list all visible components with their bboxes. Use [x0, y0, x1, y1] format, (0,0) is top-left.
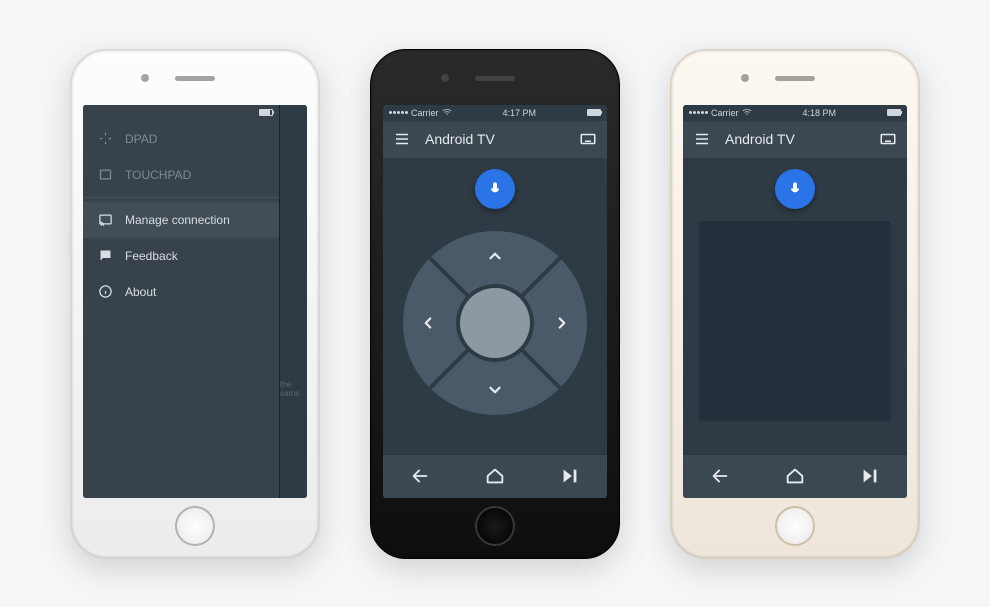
- menu-icon: [693, 130, 711, 148]
- mic-icon: [487, 181, 503, 197]
- phone-mockup-drawer: the same DPAD TOUCHPAD: [70, 49, 320, 559]
- chevron-down-icon: [486, 381, 504, 399]
- drawer-item-manage-connection[interactable]: Manage connection: [83, 202, 279, 238]
- carrier-label: Carrier: [411, 108, 439, 118]
- status-bar-left: Carrier: [689, 108, 752, 118]
- app-screen-touchpad: Carrier 4:18 PM Android TV: [683, 105, 907, 498]
- chevron-right-icon: [553, 314, 571, 332]
- wifi-icon: [442, 108, 452, 118]
- keyboard-icon: [879, 130, 897, 148]
- play-pause-icon: [859, 465, 881, 487]
- drawer-item-touchpad[interactable]: TOUCHPAD: [83, 157, 279, 193]
- underlying-screen-peek: the same: [279, 105, 307, 498]
- info-icon: [97, 284, 113, 300]
- back-button[interactable]: [700, 456, 740, 496]
- drawer-item-label: TOUCHPAD: [125, 168, 191, 182]
- phone-speaker: [175, 76, 215, 81]
- drawer-separator: [83, 197, 279, 198]
- dpad-select-button[interactable]: [460, 288, 530, 358]
- touchpad-icon: [97, 167, 113, 183]
- drawer-item-label: Manage connection: [125, 213, 230, 227]
- drawer-item-feedback[interactable]: Feedback: [83, 238, 279, 274]
- phone-home-button: [175, 506, 215, 546]
- mic-icon: [787, 181, 803, 197]
- signal-icon: [389, 111, 408, 114]
- phone-home-button: [475, 506, 515, 546]
- app-title: Android TV: [725, 131, 865, 147]
- back-icon: [409, 465, 431, 487]
- app-title: Android TV: [425, 131, 565, 147]
- phone-mockup-dpad: Carrier 4:17 PM Android TV: [370, 49, 620, 559]
- chevron-left-icon: [419, 314, 437, 332]
- home-icon: [784, 465, 806, 487]
- phone-mockup-touchpad: Carrier 4:18 PM Android TV: [670, 49, 920, 559]
- status-bar: [83, 105, 279, 121]
- phone-camera: [741, 74, 749, 82]
- cast-icon: [97, 212, 113, 228]
- play-pause-icon: [559, 465, 581, 487]
- chevron-up-icon: [486, 247, 504, 265]
- phone-home-button: [775, 506, 815, 546]
- home-button[interactable]: [475, 456, 515, 496]
- app-bar: Android TV: [383, 121, 607, 159]
- feedback-icon: [97, 248, 113, 264]
- phone-speaker: [475, 76, 515, 81]
- keyboard-button[interactable]: [577, 128, 599, 150]
- bottom-bar: [383, 454, 607, 498]
- battery-icon: [259, 109, 273, 116]
- home-button[interactable]: [775, 456, 815, 496]
- app-bar: Android TV: [683, 121, 907, 159]
- dpad: [403, 231, 587, 415]
- battery-icon: [887, 109, 901, 116]
- drawer-item-label: DPAD: [125, 132, 157, 146]
- status-bar: Carrier 4:17 PM: [383, 105, 607, 121]
- navigation-drawer: DPAD TOUCHPAD Manage connection Feedback: [83, 105, 279, 498]
- bottom-bar: [683, 454, 907, 498]
- dpad-right-button[interactable]: [551, 312, 573, 334]
- play-pause-button[interactable]: [850, 456, 890, 496]
- status-bar-right: [887, 109, 901, 116]
- status-bar-right: [587, 109, 601, 116]
- menu-button[interactable]: [691, 128, 713, 150]
- dpad-left-button[interactable]: [417, 312, 439, 334]
- status-bar-left: Carrier: [389, 108, 452, 118]
- battery-icon: [587, 109, 601, 116]
- voice-search-button[interactable]: [475, 169, 515, 209]
- app-screen-drawer: the same DPAD TOUCHPAD: [83, 105, 307, 498]
- dpad-icon: [97, 131, 113, 147]
- peek-text: the same: [280, 380, 307, 398]
- remote-body-dpad: [383, 159, 607, 454]
- drawer-item-about[interactable]: About: [83, 274, 279, 310]
- voice-search-button[interactable]: [775, 169, 815, 209]
- drawer-item-label: About: [125, 285, 156, 299]
- menu-icon: [393, 130, 411, 148]
- touchpad-area[interactable]: [699, 221, 891, 421]
- clock-label: 4:18 PM: [802, 108, 836, 118]
- keyboard-button[interactable]: [877, 128, 899, 150]
- back-button[interactable]: [400, 456, 440, 496]
- play-pause-button[interactable]: [550, 456, 590, 496]
- carrier-label: Carrier: [711, 108, 739, 118]
- dpad-up-button[interactable]: [484, 245, 506, 267]
- back-icon: [709, 465, 731, 487]
- clock-label: 4:17 PM: [502, 108, 536, 118]
- menu-button[interactable]: [391, 128, 413, 150]
- keyboard-icon: [579, 130, 597, 148]
- dpad-down-button[interactable]: [484, 379, 506, 401]
- status-bar: Carrier 4:18 PM: [683, 105, 907, 121]
- phone-camera: [441, 74, 449, 82]
- drawer-item-dpad[interactable]: DPAD: [83, 121, 279, 157]
- drawer-item-label: Feedback: [125, 249, 178, 263]
- phone-camera: [141, 74, 149, 82]
- remote-body-touchpad: [683, 159, 907, 454]
- signal-icon: [689, 111, 708, 114]
- phone-speaker: [775, 76, 815, 81]
- home-icon: [484, 465, 506, 487]
- app-screen-dpad: Carrier 4:17 PM Android TV: [383, 105, 607, 498]
- wifi-icon: [742, 108, 752, 118]
